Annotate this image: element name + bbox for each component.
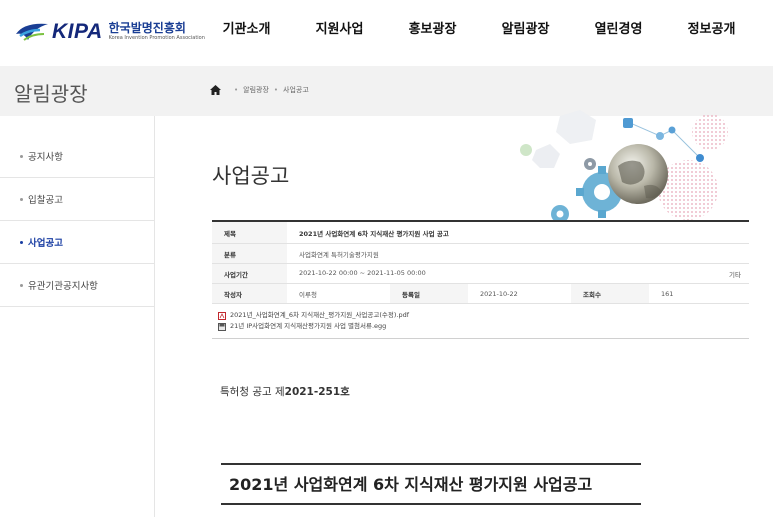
sidebar-item-label: 사업공고 <box>28 238 63 249</box>
post-category-row: 분류 사업화연계 특허기술평가지원 <box>212 244 749 264</box>
sidebar: 공지사항 입찰공고 사업공고 유관기관공지사항 <box>0 116 155 517</box>
post-meta-row: 작성자 이루청 등록일 2021-10-22 조회수 161 <box>212 284 749 304</box>
site-logo[interactable]: KIPA 한국발명진흥회 Korea Invention Promotion A… <box>14 18 205 46</box>
globe-gears-illustration <box>520 110 728 222</box>
post-detail: 제목 2021년 사업화연계 6차 지식재산 평가지원 사업 공고 분류 사업화… <box>212 220 749 339</box>
date-label: 등록일 <box>390 284 468 303</box>
notice-number-value: 2021-251호 <box>284 386 350 398</box>
post-title: 2021년 사업화연계 6차 지식재산 평가지원 사업 공고 <box>299 229 449 238</box>
archive-icon <box>218 322 226 331</box>
post-category: 사업화연계 특허기술평가지원 <box>299 250 379 259</box>
sidebar-item-bids[interactable]: 입찰공고 <box>0 178 154 221</box>
breadcrumb-item-notice[interactable]: 알림광장 <box>243 85 269 95</box>
attachment-name[interactable]: 2021년_사업화연계_6차 지식재산_평가지원_사업공고(수정).pdf <box>230 310 409 321</box>
views-label: 조회수 <box>571 284 649 303</box>
nav-item-support[interactable]: 지원사업 <box>293 20 386 40</box>
logo-mark-icon <box>16 23 48 41</box>
sidebar-item-related[interactable]: 유관기관공지사항 <box>0 264 154 307</box>
breadcrumb: • 알림광장 • 사업공고 <box>210 85 309 95</box>
bullet-icon <box>20 197 23 201</box>
pdf-icon <box>218 311 226 320</box>
post-date: 2021-10-22 <box>480 289 518 298</box>
main-nav: 기관소개 지원사업 홍보광장 알림광장 열린경영 정보공개 <box>200 20 758 40</box>
site-header: KIPA 한국발명진흥회 Korea Invention Promotion A… <box>0 0 773 66</box>
bullet-icon <box>20 154 23 158</box>
nav-item-pr[interactable]: 홍보광장 <box>386 20 479 40</box>
sidebar-item-label: 유관기관공지사항 <box>28 281 98 292</box>
post-author: 이루청 <box>299 290 317 299</box>
sidebar-item-label: 공지사항 <box>28 152 63 163</box>
sidebar-item-notices[interactable]: 공지사항 <box>0 135 154 178</box>
sidebar-item-business[interactable]: 사업공고 <box>0 221 154 264</box>
page-title: 사업공고 <box>212 164 290 188</box>
category-label: 분류 <box>212 244 287 263</box>
bullet-icon <box>20 283 23 287</box>
section-title: 알림광장 <box>14 82 88 106</box>
logo-text: KIPA <box>52 20 103 43</box>
post-body-title: 2021년 사업화연계 6차 지식재산 평가지원 사업공고 <box>221 463 641 505</box>
attachment-name[interactable]: 21년 IP사업화연계 지식재산평가지원 사업 별첨서류.egg <box>230 321 386 332</box>
post-title-row: 제목 2021년 사업화연계 6차 지식재산 평가지원 사업 공고 <box>212 220 749 244</box>
nav-item-notice[interactable]: 알림광장 <box>479 20 572 40</box>
bullet-icon <box>20 240 23 244</box>
title-label: 제목 <box>212 222 287 243</box>
attachment-item[interactable]: 21년 IP사업화연계 지식재산평가지원 사업 별첨서류.egg <box>218 321 743 332</box>
breadcrumb-item-current[interactable]: 사업공고 <box>283 85 309 95</box>
post-period-row: 사업기간 2021-10-22 00:00 ~ 2021-11-05 00:00… <box>212 264 749 284</box>
sidebar-item-label: 입찰공고 <box>28 195 63 206</box>
notice-number: 특허청 공고 제2021-251호 <box>220 386 350 398</box>
period-extra: 기타 <box>729 270 741 279</box>
period-label: 사업기간 <box>212 264 287 283</box>
post-period: 2021-10-22 00:00 ~ 2021-11-05 00:00 <box>299 268 426 277</box>
section-bar: 알림광장 • 알림광장 • 사업공고 <box>0 66 773 116</box>
nav-item-disclosure[interactable]: 정보공개 <box>665 20 758 40</box>
home-icon[interactable] <box>210 85 221 95</box>
logo-korean-name: 한국발명진흥회 <box>108 21 186 35</box>
nav-item-management[interactable]: 열린경영 <box>572 20 665 40</box>
attachment-item[interactable]: 2021년_사업화연계_6차 지식재산_평가지원_사업공고(수정).pdf <box>218 310 743 321</box>
nav-item-about[interactable]: 기관소개 <box>200 20 293 40</box>
post-views: 161 <box>661 289 674 298</box>
logo-english-name: Korea Invention Promotion Association <box>108 35 205 41</box>
attachments: 2021년_사업화연계_6차 지식재산_평가지원_사업공고(수정).pdf 21… <box>212 304 749 339</box>
author-label: 작성자 <box>212 284 287 303</box>
